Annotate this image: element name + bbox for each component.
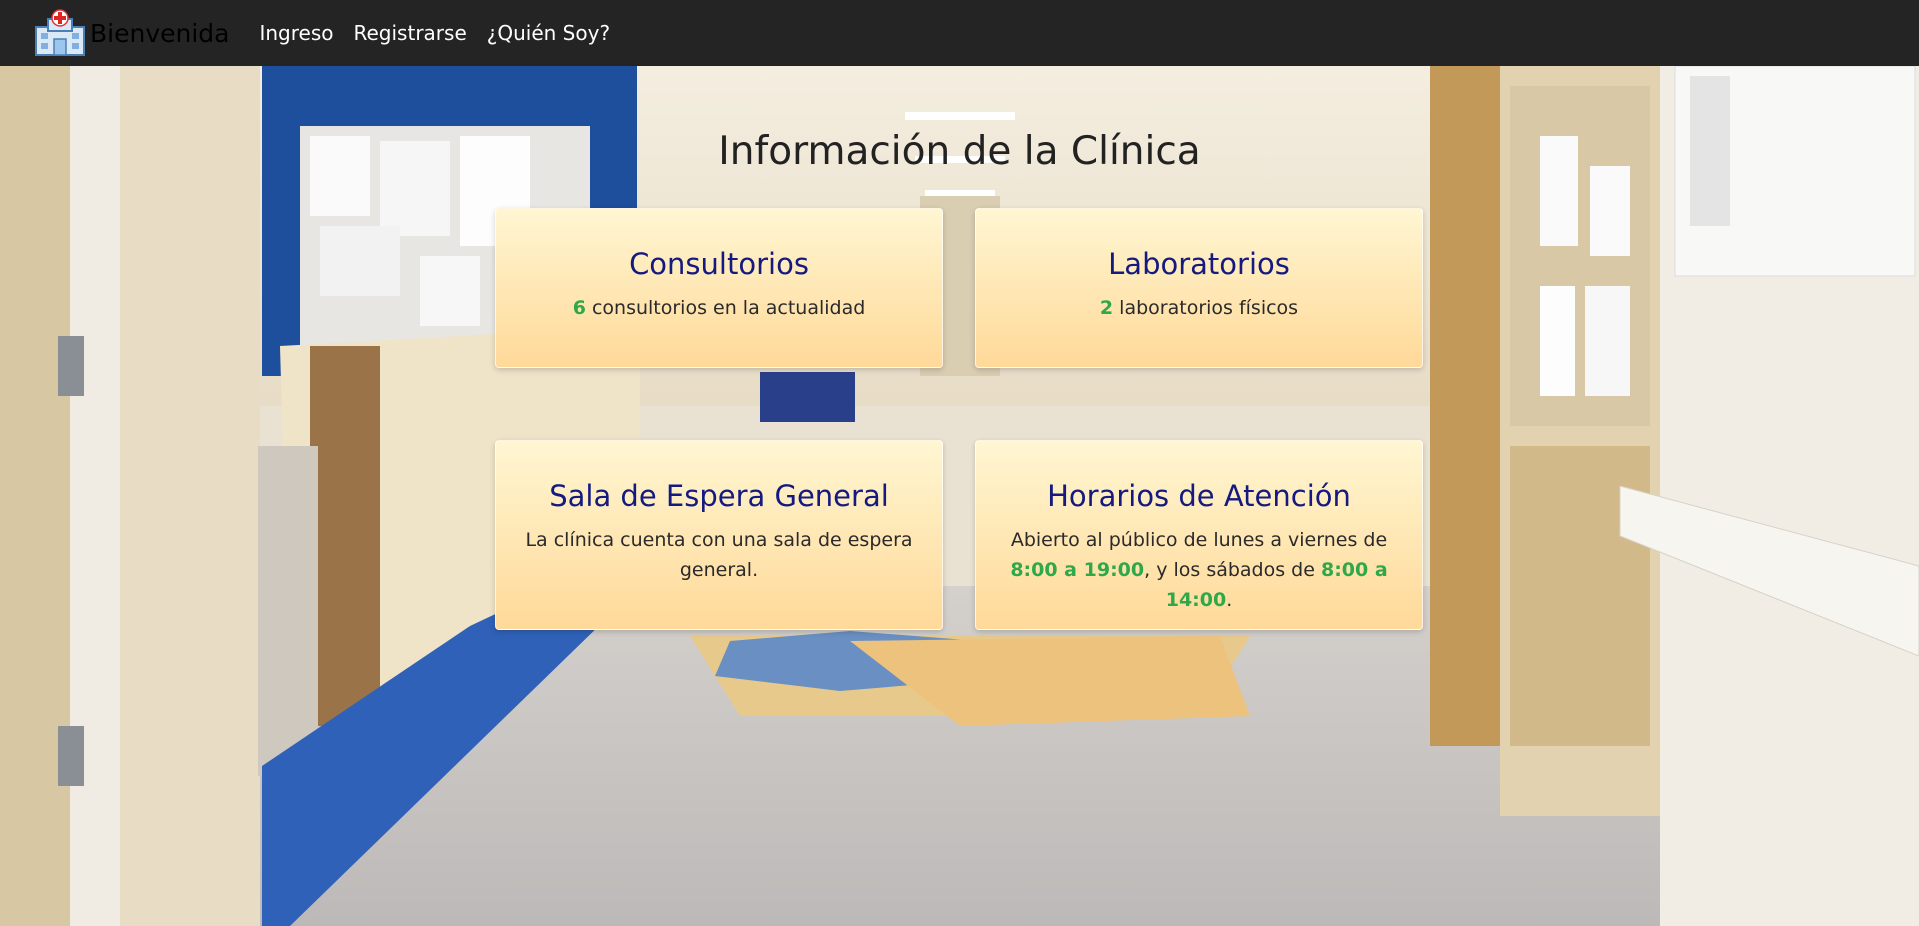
nav-link-registrarse[interactable]: Registrarse <box>354 21 467 45</box>
card-text: 2 laboratorios físicos <box>994 293 1404 323</box>
weekday-hours: 8:00 a 19:00 <box>1010 559 1145 581</box>
card-text: Abierto al público de lunes a viernes de… <box>994 525 1404 615</box>
count-value: 6 <box>572 297 586 319</box>
count-value: 2 <box>1099 297 1114 319</box>
brand-text: Bienvenida <box>90 18 230 48</box>
card-text-part: Abierto al público de lunes a viernes de <box>1010 529 1388 551</box>
nav-link-ingreso[interactable]: Ingreso <box>259 21 333 45</box>
card-title: Horarios de Atención <box>1047 479 1351 513</box>
card-text: La clínica cuenta con una sala de espera… <box>525 529 913 581</box>
page-title: Información de la Clínica <box>718 129 1201 175</box>
card-sala-espera: Sala de Espera General La clínica cuenta… <box>495 440 943 630</box>
card-consultorios: Consultorios 6 consultorios en la actual… <box>495 208 943 368</box>
card-title: Laboratorios <box>1108 247 1290 281</box>
card-text-body: laboratorios físicos <box>1113 297 1299 319</box>
card-laboratorios: Laboratorios 2 laboratorios físicos <box>975 208 1423 368</box>
card-title: Consultorios <box>629 247 809 281</box>
card-text: 6 consultorios en la actualidad <box>514 293 924 323</box>
card-text-body: consultorios en la actualidad <box>585 297 866 319</box>
brand-link[interactable]: Bienvenida <box>32 9 229 57</box>
navbar: Bienvenida Ingreso Registrarse ¿Quién So… <box>0 0 1919 66</box>
card-horarios: Horarios de Atención Abierto al público … <box>975 440 1423 630</box>
card-text-part: , y los sábados de <box>1144 559 1321 581</box>
card-title: Sala de Espera General <box>549 479 889 513</box>
background-image <box>0 66 1919 926</box>
nav-link-quien-soy[interactable]: ¿Quién Soy? <box>487 21 610 45</box>
hospital-icon <box>35 9 85 56</box>
card-text-part: . <box>1226 589 1233 611</box>
